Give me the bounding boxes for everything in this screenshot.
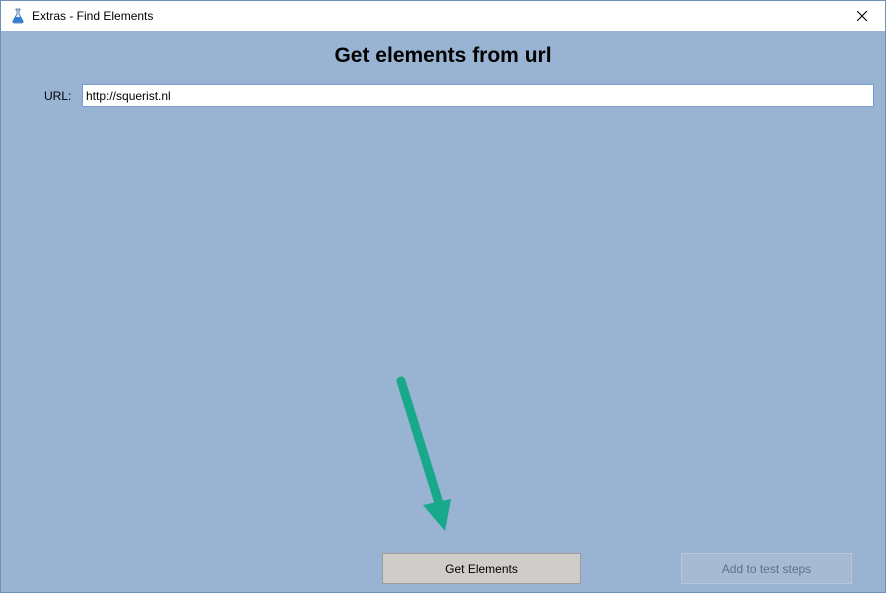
- window-title: Extras - Find Elements: [32, 9, 154, 23]
- close-button[interactable]: [839, 1, 885, 31]
- get-elements-button[interactable]: Get Elements: [382, 553, 581, 584]
- url-input[interactable]: [82, 84, 874, 107]
- close-icon: [857, 11, 867, 21]
- add-to-test-steps-button[interactable]: Add to test steps: [681, 553, 852, 584]
- title-bar: Extras - Find Elements: [1, 1, 885, 31]
- find-elements-window: Extras - Find Elements Get elements from…: [0, 0, 886, 593]
- annotation-arrow: [396, 376, 451, 531]
- url-label: URL:: [44, 89, 72, 103]
- flask-icon: [10, 8, 26, 24]
- page-title: Get elements from url: [334, 44, 552, 67]
